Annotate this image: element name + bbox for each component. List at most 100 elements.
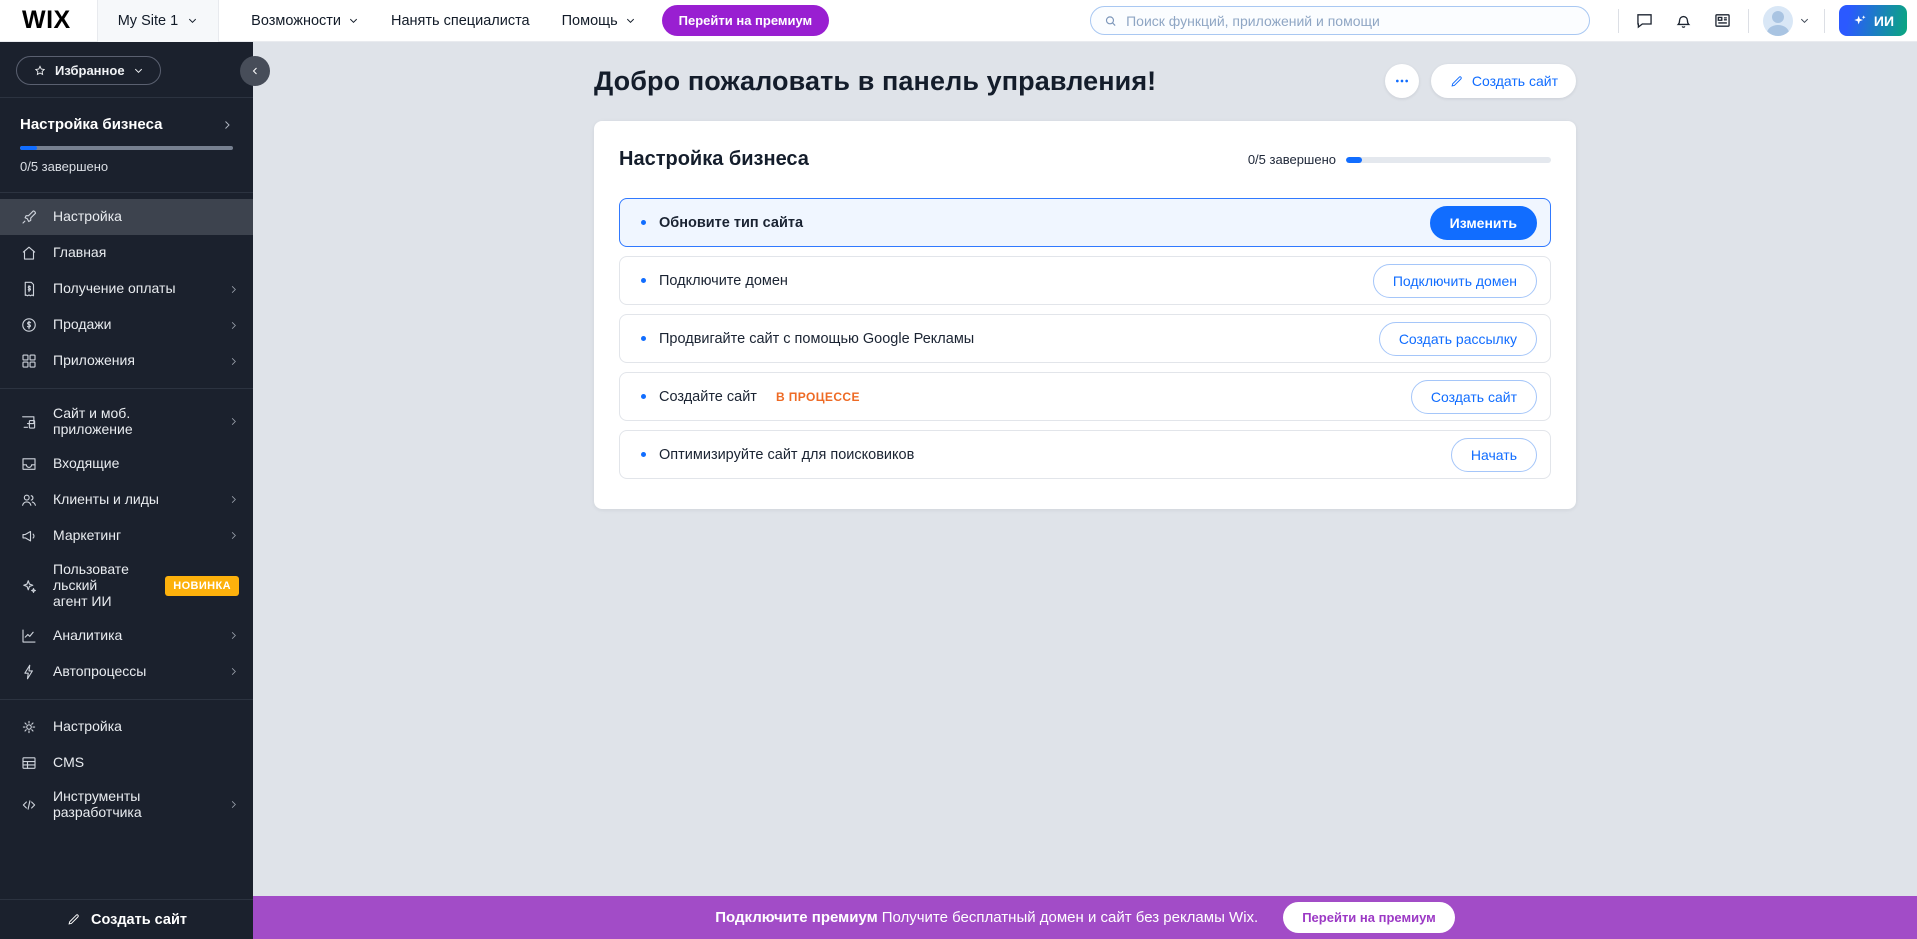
search-icon xyxy=(1103,13,1118,29)
sidebar-item-gear[interactable]: Настройка xyxy=(0,709,253,745)
gear-icon xyxy=(20,718,38,736)
setup-progress-text: 0/5 завершено xyxy=(20,159,233,174)
task-action-button[interactable]: Подключить домен xyxy=(1373,264,1537,298)
lightning-icon xyxy=(20,663,38,681)
bullet-dot xyxy=(641,336,646,341)
sidebar-item-dollar[interactable]: Продажи xyxy=(0,307,253,343)
star-icon xyxy=(33,64,47,78)
topbar-divider xyxy=(1618,9,1619,33)
bullet-dot xyxy=(641,278,646,283)
sidebar-item-invoice[interactable]: Получение оплаты xyxy=(0,271,253,307)
people-icon xyxy=(20,491,38,509)
business-setup-panel[interactable]: Настройка бизнеса 0/5 завершено xyxy=(0,98,253,192)
chevron-down-icon xyxy=(1799,15,1810,26)
premium-banner-button[interactable]: Перейти на премиум xyxy=(1283,902,1455,933)
task-action-button[interactable]: Начать xyxy=(1451,438,1537,472)
chevron-right-icon xyxy=(228,666,239,677)
main-content: Добро пожаловать в панель управления! Со… xyxy=(253,42,1917,896)
sidebar-item-inbox[interactable]: Входящие xyxy=(0,446,253,482)
setup-task-list: Обновите тип сайтаИзменить Подключите дом… xyxy=(619,198,1551,479)
chevron-right-icon xyxy=(228,320,239,331)
top-bar: WIX My Site 1 Возможности Нанять специал… xyxy=(0,0,1917,42)
sidebar-item-chart[interactable]: Аналитика xyxy=(0,618,253,654)
sidebar-item-apps[interactable]: Приложения xyxy=(0,343,253,379)
page-title: Добро пожаловать в панель управления! xyxy=(594,66,1156,97)
chevron-right-icon xyxy=(228,356,239,367)
task-action-button[interactable]: Создать сайт xyxy=(1411,380,1537,414)
premium-banner: Подключите премиумПолучите бесплатный до… xyxy=(253,896,1917,939)
avatar xyxy=(1763,6,1793,36)
code-icon xyxy=(20,796,38,814)
task-row: Подключите доменПодключить домен xyxy=(619,256,1551,305)
chevron-right-icon xyxy=(228,416,239,427)
upgrade-premium-button[interactable]: Перейти на премиум xyxy=(662,5,830,36)
chevron-down-icon xyxy=(348,15,359,26)
sidebar-item-devices[interactable]: Сайт и моб. приложение xyxy=(0,398,253,446)
global-search[interactable] xyxy=(1090,6,1590,35)
chat-icon[interactable] xyxy=(1634,10,1655,31)
chevron-right-icon xyxy=(228,799,239,810)
task-action-button[interactable]: Создать рассылку xyxy=(1379,322,1537,356)
create-site-button[interactable]: Создать сайт xyxy=(1431,64,1576,98)
business-setup-card: Настройка бизнеса 0/5 завершено Обновите… xyxy=(594,121,1576,509)
sidebar-item-rocket[interactable]: Настройка xyxy=(0,199,253,235)
sidebar-item-people[interactable]: Клиенты и лиды xyxy=(0,482,253,518)
task-action-button[interactable]: Изменить xyxy=(1430,206,1537,240)
sidebar-divider xyxy=(0,699,253,700)
search-input[interactable] xyxy=(1126,13,1577,29)
task-row: Оптимизируйте сайт для поисковиковНачать xyxy=(619,430,1551,479)
wix-logo: WIX xyxy=(22,6,71,35)
sidebar-item-table[interactable]: CMS xyxy=(0,745,253,781)
ai-assistant-button[interactable]: ИИ xyxy=(1839,5,1907,36)
devices-icon xyxy=(20,413,38,431)
pencil-icon xyxy=(66,912,81,927)
chevron-right-icon xyxy=(228,494,239,505)
sidebar-collapse-button[interactable] xyxy=(240,56,270,86)
sidebar-create-site-button[interactable]: Создать сайт xyxy=(0,899,253,939)
nav-item-features[interactable]: Возможности xyxy=(251,13,359,29)
favorites-menu[interactable]: Избранное xyxy=(16,56,161,85)
account-menu[interactable] xyxy=(1763,6,1810,36)
sidebar-divider xyxy=(0,388,253,389)
sparkle-icon xyxy=(20,577,38,595)
site-menu-label: My Site 1 xyxy=(118,13,178,29)
more-actions-button[interactable] xyxy=(1385,64,1419,98)
topbar-divider xyxy=(1748,9,1749,33)
chevron-down-icon xyxy=(625,15,636,26)
chevron-right-icon xyxy=(228,630,239,641)
sidebar-item-sparkle[interactable]: Пользовательский агент ИИНОВИНКА xyxy=(0,554,253,618)
sidebar-item-lightning[interactable]: Автопроцессы xyxy=(0,654,253,690)
task-row: Создайте сайтВ ПРОЦЕССЕСоздать сайт xyxy=(619,372,1551,421)
card-progress-text: 0/5 завершено xyxy=(1248,152,1336,167)
chevron-down-icon xyxy=(133,65,144,76)
chart-icon xyxy=(20,627,38,645)
chevron-down-icon xyxy=(187,15,198,26)
card-title: Настройка бизнеса xyxy=(619,148,809,171)
chevron-right-icon xyxy=(228,530,239,541)
sparkle-icon xyxy=(1852,13,1868,29)
sidebar-item-code[interactable]: Инструменты разработчика xyxy=(0,781,253,829)
sidebar-item-home[interactable]: Главная xyxy=(0,235,253,271)
inbox-icon xyxy=(20,455,38,473)
setup-progress-bar xyxy=(20,146,233,150)
table-icon xyxy=(20,754,38,772)
bullet-dot xyxy=(641,394,646,399)
nav-item-help[interactable]: Помощь xyxy=(562,13,636,29)
task-row: Обновите тип сайтаИзменить xyxy=(619,198,1551,247)
bullet-dot xyxy=(641,220,646,225)
setup-panel-title: Настройка бизнеса xyxy=(20,116,162,133)
bell-icon[interactable] xyxy=(1673,10,1694,31)
apps-icon xyxy=(20,352,38,370)
home-icon xyxy=(20,244,38,262)
topbar-divider xyxy=(1824,9,1825,33)
news-icon[interactable] xyxy=(1712,10,1733,31)
sidebar-item-megaphone[interactable]: Маркетинг xyxy=(0,518,253,554)
sidebar-menu: НастройкаГлавнаяПолучение оплатыПродажиП… xyxy=(0,193,253,829)
bullet-dot xyxy=(641,452,646,457)
site-menu[interactable]: My Site 1 xyxy=(97,0,219,42)
dollar-icon xyxy=(20,316,38,334)
sidebar: Избранное Настройка бизнеса 0/5 завершен… xyxy=(0,42,253,939)
megaphone-icon xyxy=(20,527,38,545)
nav-item-hire-professional[interactable]: Нанять специалиста xyxy=(391,13,530,29)
card-progress-bar xyxy=(1346,157,1551,163)
